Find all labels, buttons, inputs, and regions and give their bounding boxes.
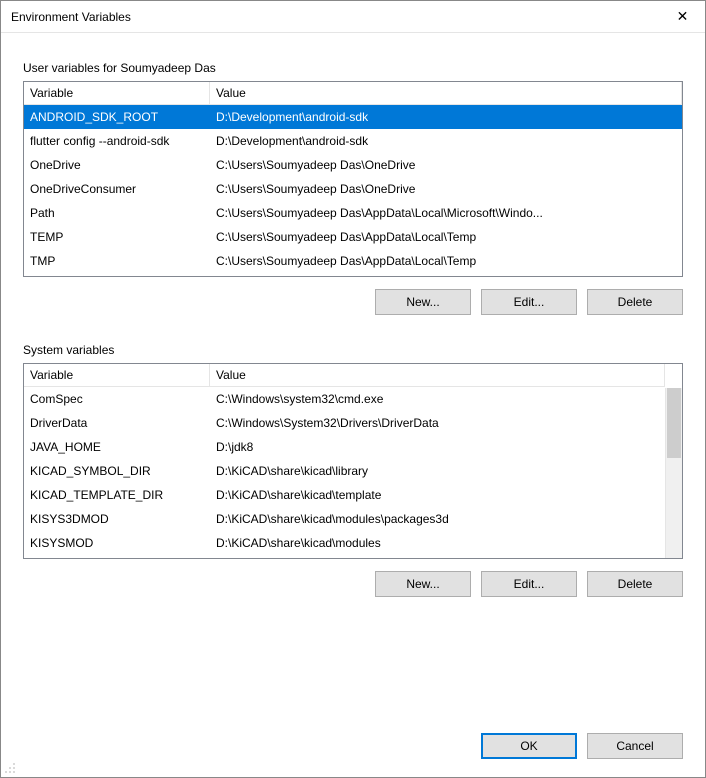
user-list-headers: Variable Value	[24, 82, 682, 105]
close-icon: ✕	[677, 8, 689, 25]
table-row[interactable]: flutter config --android-sdkD:\Developme…	[24, 129, 682, 153]
ok-button[interactable]: OK	[481, 733, 577, 759]
cell-value: C:\Users\Soumyadeep Das\AppData\Local\Mi…	[210, 201, 682, 225]
table-row[interactable]: KICAD_SYMBOL_DIRD:\KiCAD\share\kicad\lib…	[24, 459, 665, 483]
cell-variable: ANDROID_SDK_ROOT	[24, 105, 210, 129]
system-variables-label: System variables	[23, 343, 683, 357]
user-variables-group: User variables for Soumyadeep Das Variab…	[23, 61, 683, 315]
system-new-button[interactable]: New...	[375, 571, 471, 597]
cell-variable: OneDrive	[24, 153, 210, 177]
table-row[interactable]: ANDROID_SDK_ROOTD:\Development\android-s…	[24, 105, 682, 129]
cell-variable: Path	[24, 201, 210, 225]
user-edit-button[interactable]: Edit...	[481, 289, 577, 315]
cell-variable: DriverData	[24, 411, 210, 435]
system-variables-list[interactable]: Variable Value ComSpecC:\Windows\system3…	[23, 363, 683, 559]
cell-variable: KICAD_TEMPLATE_DIR	[24, 483, 210, 507]
system-col-variable[interactable]: Variable	[24, 364, 210, 386]
cell-variable: TMP	[24, 249, 210, 273]
titlebar: Environment Variables ✕	[1, 1, 705, 33]
table-row[interactable]: OneDriveConsumerC:\Users\Soumyadeep Das\…	[24, 177, 682, 201]
cell-value: C:\Windows\System32\Drivers\DriverData	[210, 411, 665, 435]
cancel-button[interactable]: Cancel	[587, 733, 683, 759]
system-edit-button[interactable]: Edit...	[481, 571, 577, 597]
cell-variable: ComSpec	[24, 387, 210, 411]
scrollbar-thumb[interactable]	[667, 388, 681, 458]
table-row[interactable]: TMPC:\Users\Soumyadeep Das\AppData\Local…	[24, 249, 682, 273]
user-col-variable[interactable]: Variable	[24, 82, 210, 104]
table-row[interactable]: TEMPC:\Users\Soumyadeep Das\AppData\Loca…	[24, 225, 682, 249]
system-scrollbar[interactable]	[665, 388, 682, 558]
cell-value: D:\KiCAD\share\kicad\library	[210, 459, 665, 483]
resize-grip-icon[interactable]	[3, 761, 17, 775]
cell-value: C:\Users\Soumyadeep Das\OneDrive	[210, 153, 682, 177]
cell-variable: KISYSMOD	[24, 531, 210, 555]
table-row[interactable]: DriverDataC:\Windows\System32\Drivers\Dr…	[24, 411, 665, 435]
user-delete-button[interactable]: Delete	[587, 289, 683, 315]
user-buttons: New... Edit... Delete	[23, 289, 683, 315]
cell-variable: JAVA_HOME	[24, 435, 210, 459]
user-new-button[interactable]: New...	[375, 289, 471, 315]
cell-value: C:\Windows\system32\cmd.exe	[210, 387, 665, 411]
cell-value: D:\KiCAD\share\kicad\template	[210, 483, 665, 507]
table-row[interactable]: KICAD_TEMPLATE_DIRD:\KiCAD\share\kicad\t…	[24, 483, 665, 507]
cell-value: C:\Users\Soumyadeep Das\AppData\Local\Te…	[210, 249, 682, 273]
table-row[interactable]: JAVA_HOMED:\jdk8	[24, 435, 665, 459]
system-col-value[interactable]: Value	[210, 364, 665, 386]
system-variables-group: System variables Variable Value ComSpecC…	[23, 343, 683, 597]
table-row[interactable]: KISYS3DMODD:\KiCAD\share\kicad\modules\p…	[24, 507, 665, 531]
cell-value: D:\jdk8	[210, 435, 665, 459]
cell-variable: TEMP	[24, 225, 210, 249]
system-delete-button[interactable]: Delete	[587, 571, 683, 597]
dialog-footer: OK Cancel	[23, 713, 683, 759]
env-vars-dialog: Environment Variables ✕ User variables f…	[0, 0, 706, 778]
system-list-headers: Variable Value	[24, 364, 665, 387]
cell-value: D:\KiCAD\share\kicad\modules\packages3d	[210, 507, 665, 531]
cell-value: D:\KiCAD\share\kicad\modules	[210, 531, 665, 555]
user-variables-label: User variables for Soumyadeep Das	[23, 61, 683, 75]
table-row[interactable]: KISYSMODD:\KiCAD\share\kicad\modules	[24, 531, 665, 555]
close-button[interactable]: ✕	[660, 1, 705, 33]
cell-value: D:\Development\android-sdk	[210, 105, 682, 129]
cell-variable: KICAD_SYMBOL_DIR	[24, 459, 210, 483]
table-row[interactable]: PathC:\Users\Soumyadeep Das\AppData\Loca…	[24, 201, 682, 225]
user-variables-list[interactable]: Variable Value ANDROID_SDK_ROOTD:\Develo…	[23, 81, 683, 277]
table-row[interactable]: OneDriveC:\Users\Soumyadeep Das\OneDrive	[24, 153, 682, 177]
user-col-value[interactable]: Value	[210, 82, 682, 104]
dialog-body: User variables for Soumyadeep Das Variab…	[1, 33, 705, 777]
system-buttons: New... Edit... Delete	[23, 571, 683, 597]
cell-variable: flutter config --android-sdk	[24, 129, 210, 153]
cell-value: D:\Development\android-sdk	[210, 129, 682, 153]
cell-value: C:\Users\Soumyadeep Das\AppData\Local\Te…	[210, 225, 682, 249]
cell-value: C:\Users\Soumyadeep Das\OneDrive	[210, 177, 682, 201]
cell-variable: KISYS3DMOD	[24, 507, 210, 531]
cell-variable: OneDriveConsumer	[24, 177, 210, 201]
table-row[interactable]: ComSpecC:\Windows\system32\cmd.exe	[24, 387, 665, 411]
window-title: Environment Variables	[11, 10, 131, 24]
